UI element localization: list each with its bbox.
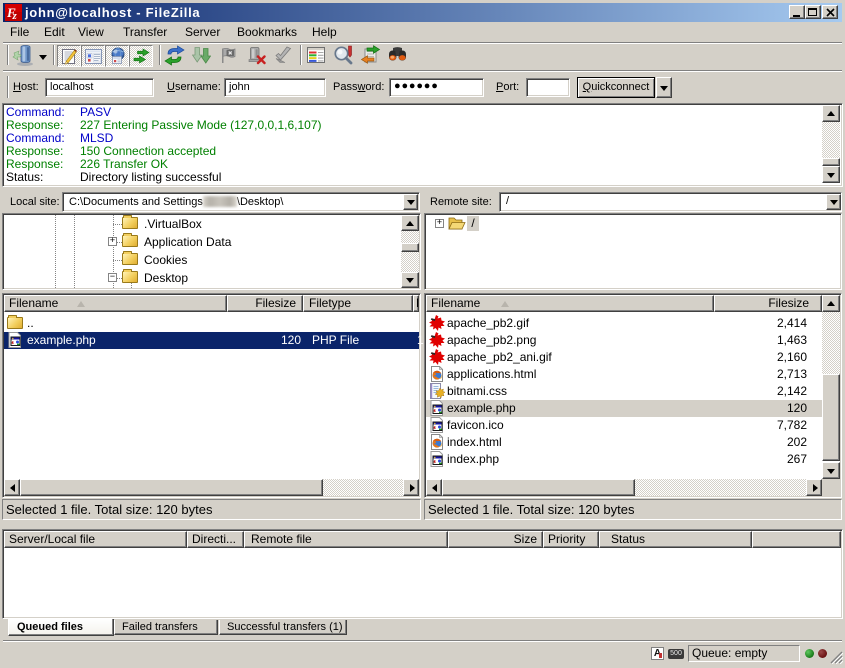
svg-text:z: z [12,10,18,21]
